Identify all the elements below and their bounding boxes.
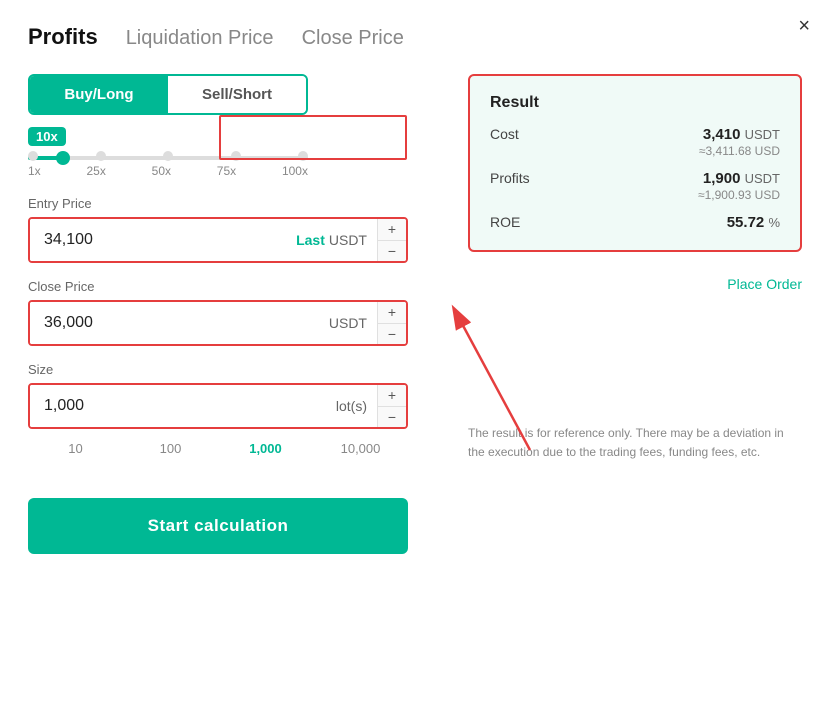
close-price-currency: USDT [329, 315, 367, 331]
dot-4 [231, 151, 241, 161]
size-label: Size [28, 362, 448, 377]
profits-row: Profits 1,900 USDT ≈1,900.93 USD [490, 170, 780, 202]
result-title: Result [490, 94, 780, 112]
disclaimer-text: The result is for reference only. There … [468, 424, 802, 462]
tab-profits[interactable]: Profits [28, 24, 98, 54]
close-price-stepper: + − [377, 302, 406, 344]
size-group: Size lot(s) + − 10 100 1,000 10,000 [28, 362, 448, 462]
result-box: Result Cost 3,410 USDT ≈3,411.68 USD Pro… [468, 74, 802, 252]
preset-1000[interactable]: 1,000 [218, 435, 313, 462]
tab-close-price[interactable]: Close Price [302, 27, 404, 54]
close-price-minus[interactable]: − [378, 324, 406, 345]
entry-price-plus[interactable]: + [378, 219, 406, 241]
profits-value: 1,900 USDT [703, 170, 780, 187]
slider-thumb[interactable] [56, 151, 70, 165]
profits-value-group: 1,900 USDT ≈1,900.93 USD [698, 170, 780, 202]
slider-labels: 1x 25x 50x 75x 100x [28, 164, 308, 178]
close-price-plus[interactable]: + [378, 302, 406, 324]
cost-value-group: 3,410 USDT ≈3,411.68 USD [699, 126, 780, 158]
tab-bar: Profits Liquidation Price Close Price [28, 24, 802, 54]
close-price-input-row: USDT + − [28, 300, 408, 346]
size-input[interactable] [30, 385, 326, 427]
size-unit-label: lot(s) [336, 398, 367, 414]
preset-100[interactable]: 100 [123, 435, 218, 462]
start-calculation-button[interactable]: Start calculation [28, 498, 408, 554]
entry-price-unit: Last USDT [286, 219, 377, 261]
place-order-link[interactable]: Place Order [727, 276, 802, 292]
close-button[interactable]: × [798, 16, 810, 36]
right-panel: Result Cost 3,410 USDT ≈3,411.68 USD Pro… [468, 74, 802, 554]
cost-row: Cost 3,410 USDT ≈3,411.68 USD [490, 126, 780, 158]
dot-2 [96, 151, 106, 161]
mark-25x: 25x [86, 164, 105, 178]
entry-price-input-row: Last USDT + − [28, 217, 408, 263]
entry-price-label: Entry Price [28, 196, 448, 211]
profits-sub: ≈1,900.93 USD [698, 188, 780, 202]
size-presets: 10 100 1,000 10,000 [28, 435, 408, 462]
leverage-area: 10x 1x 25x 50x 75x [28, 127, 448, 178]
entry-price-currency: USDT [329, 232, 367, 248]
tab-liquidation-price[interactable]: Liquidation Price [126, 27, 274, 54]
dot-1 [28, 151, 38, 161]
buy-sell-toggle: Buy/Long Sell/Short [28, 74, 308, 115]
entry-price-group: Entry Price Last USDT + − [28, 196, 448, 263]
modal-container: × Profits Liquidation Price Close Price … [0, 0, 830, 727]
mark-75x: 75x [217, 164, 236, 178]
close-price-input[interactable] [30, 302, 319, 344]
cost-key: Cost [490, 126, 519, 142]
cost-sub: ≈3,411.68 USD [699, 144, 780, 158]
preset-10[interactable]: 10 [28, 435, 123, 462]
mark-50x: 50x [152, 164, 171, 178]
mark-1x: 1x [28, 164, 41, 178]
dot-5 [298, 151, 308, 161]
leverage-badge: 10x [28, 127, 66, 146]
size-input-row: lot(s) + − [28, 383, 408, 429]
roe-key: ROE [490, 214, 520, 230]
content-area: Buy/Long Sell/Short 10x [28, 74, 802, 554]
mark-100x: 100x [282, 164, 308, 178]
size-plus[interactable]: + [378, 385, 406, 407]
roe-value-group: 55.72 % [727, 214, 780, 232]
close-price-unit: USDT [319, 302, 377, 344]
left-panel: Buy/Long Sell/Short 10x [28, 74, 448, 554]
roe-value: 55.72 % [727, 214, 780, 231]
size-stepper: + − [377, 385, 406, 427]
last-label: Last [296, 232, 325, 248]
dot-3 [163, 151, 173, 161]
close-price-label: Close Price [28, 279, 448, 294]
cost-value: 3,410 USDT [703, 126, 780, 143]
slider-dots [28, 151, 308, 161]
preset-10000[interactable]: 10,000 [313, 435, 408, 462]
size-minus[interactable]: − [378, 407, 406, 428]
disclaimer-area: The result is for reference only. There … [468, 414, 802, 462]
sell-short-button[interactable]: Sell/Short [168, 76, 306, 113]
roe-row: ROE 55.72 % [490, 214, 780, 232]
size-unit: lot(s) [326, 385, 377, 427]
entry-price-stepper: + − [377, 219, 406, 261]
buy-long-button[interactable]: Buy/Long [30, 76, 168, 113]
place-order-area: Place Order [468, 276, 802, 294]
leverage-track [28, 156, 308, 160]
close-price-group: Close Price USDT + − [28, 279, 448, 346]
profits-key: Profits [490, 170, 530, 186]
entry-price-minus[interactable]: − [378, 241, 406, 262]
entry-price-input[interactable] [30, 219, 286, 261]
